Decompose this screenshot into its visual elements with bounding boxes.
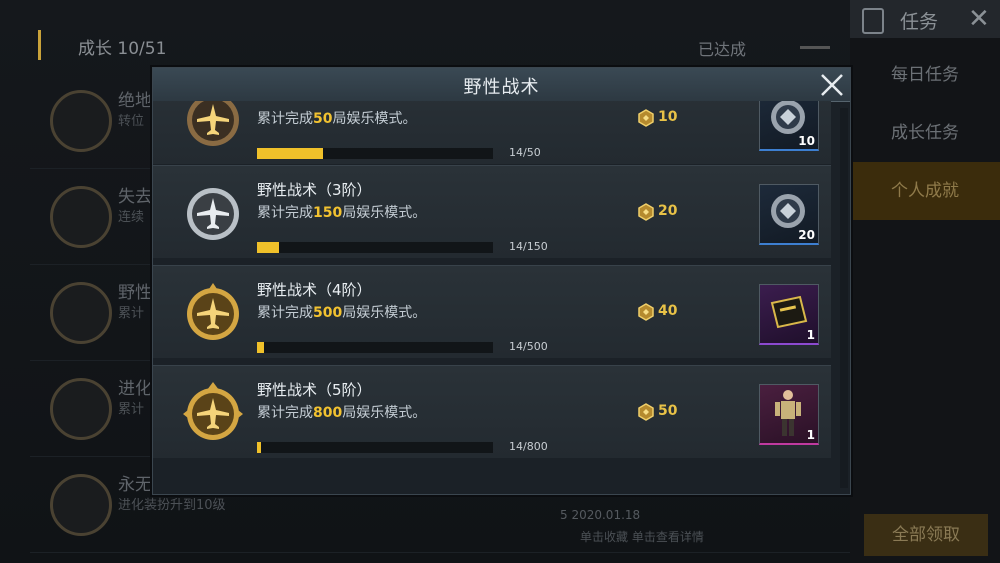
tab-daily[interactable]: 每日任务	[850, 46, 1000, 104]
reward-count: 1	[806, 428, 815, 442]
coin-icon	[638, 109, 654, 127]
reward-count: 10	[798, 134, 815, 148]
row-subtitle: 累计	[118, 306, 145, 321]
progress-fill	[257, 148, 324, 159]
desc-target: 800	[313, 405, 343, 421]
row-subtitle: 进化装扮升到10级	[118, 498, 226, 513]
row-label: 失去	[118, 187, 152, 207]
progress-text: 14/800	[509, 440, 548, 453]
reward-count: 20	[798, 228, 815, 242]
progress-bar	[257, 342, 493, 353]
coin-icon	[638, 403, 654, 421]
coin-reward-value: 50	[658, 403, 678, 419]
desc-suffix: 局娱乐模式。	[332, 111, 417, 127]
progress-text: 14/500	[509, 340, 548, 353]
task-row: 野性战术（5阶） 累计完成800局娱乐模式。 14/800 50 1	[153, 365, 831, 458]
claim-all-button[interactable]: 全部领取	[864, 514, 988, 556]
tab-growth[interactable]: 成长任务	[850, 104, 1000, 162]
modal-title: 野性战术	[463, 77, 540, 98]
desc-target: 50	[313, 111, 333, 127]
task-name: 野性战术（4阶）	[257, 281, 372, 299]
row-label: 进化	[118, 379, 152, 399]
tier-emblem-icon	[181, 280, 245, 344]
row-label: 永无	[118, 475, 152, 495]
desc-prefix: 累计完成	[257, 111, 313, 127]
tier-emblem-icon	[181, 180, 245, 244]
progress-bar	[257, 442, 493, 453]
scrollbar[interactable]	[840, 108, 848, 488]
row-subtitle: 累计	[118, 402, 145, 417]
task-description: 累计完成150局娱乐模式。	[257, 202, 426, 222]
progress-bar	[257, 148, 493, 159]
coin-reward-value: 10	[658, 109, 678, 125]
tab-personal-achievement[interactable]: 个人成就	[850, 162, 1000, 220]
medal-icon	[50, 282, 112, 344]
medal-icon	[50, 474, 112, 536]
row-subtitle: 连续	[118, 210, 145, 225]
achievement-modal: 野性战术 累计完成50局娱乐模式。 14/50 10 10 野性战术（3阶） 累计完成15…	[152, 67, 851, 495]
reward-item[interactable]: 1	[759, 384, 819, 445]
clipboard-icon	[862, 8, 884, 34]
bottom-hint: 单击收藏 单击查看详情	[580, 530, 704, 544]
modal-close-button[interactable]	[812, 68, 850, 101]
tier-emblem-icon	[181, 101, 245, 150]
task-header: 任务 ✕	[850, 0, 1000, 38]
medal-icon	[50, 186, 112, 248]
achieved-label[interactable]: 已达成	[698, 36, 746, 60]
reward-item[interactable]: 1	[759, 284, 819, 345]
coin-reward-value: 40	[658, 303, 678, 319]
row-label: 绝地	[118, 91, 152, 111]
row-label: 野性	[118, 283, 152, 303]
coin-icon	[638, 303, 654, 321]
task-list[interactable]: 累计完成50局娱乐模式。 14/50 10 10 野性战术（3阶） 累计完成150局娱乐模…	[153, 101, 850, 494]
task-row: 野性战术（3阶） 累计完成150局娱乐模式。 14/150 20 20	[153, 165, 831, 258]
progress-fill	[257, 242, 279, 253]
tier-emblem-icon	[181, 380, 245, 444]
growth-header: 成长 10/51 已达成	[0, 20, 850, 72]
task-name: 野性战术（3阶）	[257, 181, 372, 199]
header-accent-bar	[38, 30, 41, 60]
progress-bar	[257, 242, 493, 253]
close-icon[interactable]: ✕	[968, 4, 990, 34]
desc-prefix: 累计完成	[257, 305, 313, 321]
task-sidebar: 任务 ✕ 每日任务 成长任务 个人成就 全部领取	[850, 0, 1000, 563]
desc-target: 150	[313, 205, 343, 221]
close-icon	[821, 74, 843, 96]
task-description: 累计完成500局娱乐模式。	[257, 302, 426, 322]
desc-prefix: 累计完成	[257, 405, 313, 421]
progress-fill	[257, 342, 264, 353]
medal-icon	[50, 90, 112, 152]
row-subtitle: 转位	[118, 114, 145, 129]
desc-suffix: 局娱乐模式。	[342, 205, 427, 221]
reward-count: 1	[806, 328, 815, 342]
task-title: 任务	[900, 11, 939, 33]
growth-label: 成长	[78, 39, 112, 59]
task-row: 累计完成50局娱乐模式。 14/50 10 10	[153, 101, 831, 164]
medal-icon	[50, 378, 112, 440]
desc-target: 500	[313, 305, 343, 321]
task-description: 累计完成50局娱乐模式。	[257, 108, 416, 128]
task-description: 累计完成800局娱乐模式。	[257, 402, 426, 422]
coin-reward-value: 20	[658, 203, 678, 219]
task-name: 野性战术（5阶）	[257, 381, 372, 399]
growth-count: 10/51	[117, 39, 167, 59]
progress-fill	[257, 442, 262, 453]
modal-header: 野性战术	[153, 68, 850, 102]
desc-suffix: 局娱乐模式。	[342, 305, 427, 321]
progress-text: 14/50	[509, 146, 541, 159]
reward-item[interactable]: 20	[759, 184, 819, 245]
progress-text: 14/150	[509, 240, 548, 253]
bottom-info: 5 2020.01.18	[560, 508, 641, 522]
reward-item[interactable]: 10	[759, 101, 819, 151]
coin-icon	[638, 203, 654, 221]
task-row: 野性战术（4阶） 累计完成500局娱乐模式。 14/500 40 1	[153, 265, 831, 358]
desc-prefix: 累计完成	[257, 205, 313, 221]
desc-suffix: 局娱乐模式。	[342, 405, 427, 421]
growth-title: 成长 10/51	[78, 34, 166, 59]
